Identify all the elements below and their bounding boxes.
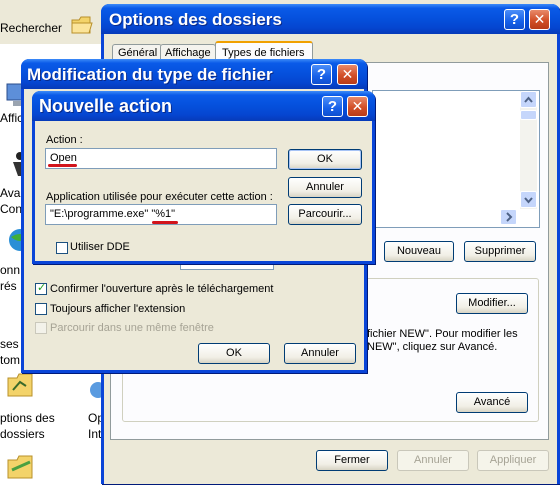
- desktop-label: Con: [0, 202, 23, 216]
- help-icon[interactable]: ?: [311, 64, 332, 85]
- always-show-extension-label[interactable]: Toujours afficher l'extension: [50, 303, 185, 315]
- use-dde-checkbox[interactable]: [56, 242, 68, 254]
- info-text-line2: NEW", cliquez sur Avancé.: [367, 341, 498, 353]
- scroll-right-button[interactable]: [500, 209, 517, 225]
- confirm-open-label[interactable]: Confirmer l'ouverture après le télécharg…: [50, 283, 273, 295]
- window-title: Options des dossiers: [109, 10, 282, 29]
- close-icon[interactable]: ✕: [529, 9, 550, 30]
- close-icon[interactable]: ✕: [337, 64, 358, 85]
- close-button[interactable]: Fermer: [316, 450, 388, 471]
- folders-toolbar-icon[interactable]: [70, 14, 94, 36]
- folder-options-icon[interactable]: [6, 370, 36, 400]
- new-file-type-button[interactable]: Nouveau: [384, 241, 454, 262]
- scroll-thumb[interactable]: [520, 110, 537, 120]
- ok-button[interactable]: OK: [288, 149, 362, 170]
- help-icon[interactable]: ?: [504, 9, 525, 30]
- file-types-list[interactable]: [372, 90, 540, 228]
- desktop-label: rés: [0, 279, 17, 293]
- info-text-line1: fichier NEW". Pour modifier les: [367, 328, 518, 340]
- search-button-label[interactable]: Rechercher: [0, 21, 62, 35]
- desktop-label: Affic: [0, 111, 24, 125]
- scroll-up-button[interactable]: [520, 91, 537, 108]
- cancel-button[interactable]: Annuler: [397, 450, 469, 471]
- application-label: Application utilisée pour exécuter cette…: [46, 191, 273, 203]
- desktop-label: ses: [0, 337, 19, 351]
- param-underline-annotation: [152, 221, 178, 224]
- desktop-label: Ava: [0, 186, 21, 200]
- window-title: Modification du type de fichier: [27, 65, 273, 84]
- help-icon[interactable]: ?: [322, 96, 343, 117]
- folder-options-titlebar[interactable]: Options des dossiers ? ✕: [101, 4, 560, 34]
- edit-file-type-titlebar[interactable]: Modification du type de fichier ? ✕: [21, 59, 367, 89]
- desktop-label-line2: dossiers: [0, 427, 45, 441]
- use-dde-label[interactable]: Utiliser DDE: [70, 241, 130, 253]
- apply-button[interactable]: Appliquer: [477, 450, 549, 471]
- ok-button[interactable]: OK: [198, 343, 270, 364]
- delete-file-type-button[interactable]: Supprimer: [464, 241, 536, 262]
- browse-button[interactable]: Parcourir...: [288, 204, 362, 225]
- modify-button[interactable]: Modifier...: [456, 293, 528, 314]
- desktop-label: onn: [0, 263, 21, 277]
- always-show-extension-checkbox[interactable]: [35, 303, 47, 315]
- action-underline-annotation: [48, 164, 77, 167]
- window-title: Nouvelle action: [39, 96, 173, 116]
- scroll-down-button[interactable]: [520, 191, 537, 208]
- folder-icon[interactable]: [6, 452, 36, 482]
- cancel-button[interactable]: Annuler: [284, 343, 356, 364]
- confirm-open-checkbox[interactable]: [35, 281, 47, 295]
- close-icon[interactable]: ✕: [347, 96, 368, 117]
- cancel-button[interactable]: Annuler: [288, 177, 362, 198]
- desktop-label-line1: ptions des: [0, 411, 55, 425]
- action-input[interactable]: Open: [45, 148, 277, 169]
- desktop-label-line2: Int: [88, 427, 102, 441]
- action-label: Action :: [46, 134, 83, 146]
- advanced-button[interactable]: Avancé: [456, 392, 528, 413]
- desktop-label: tom: [0, 353, 21, 367]
- browse-same-window-checkbox[interactable]: [35, 322, 47, 334]
- browse-same-window-label[interactable]: Parcourir dans une même fenêtre: [50, 322, 214, 334]
- new-action-titlebar[interactable]: Nouvelle action ? ✕: [32, 91, 375, 121]
